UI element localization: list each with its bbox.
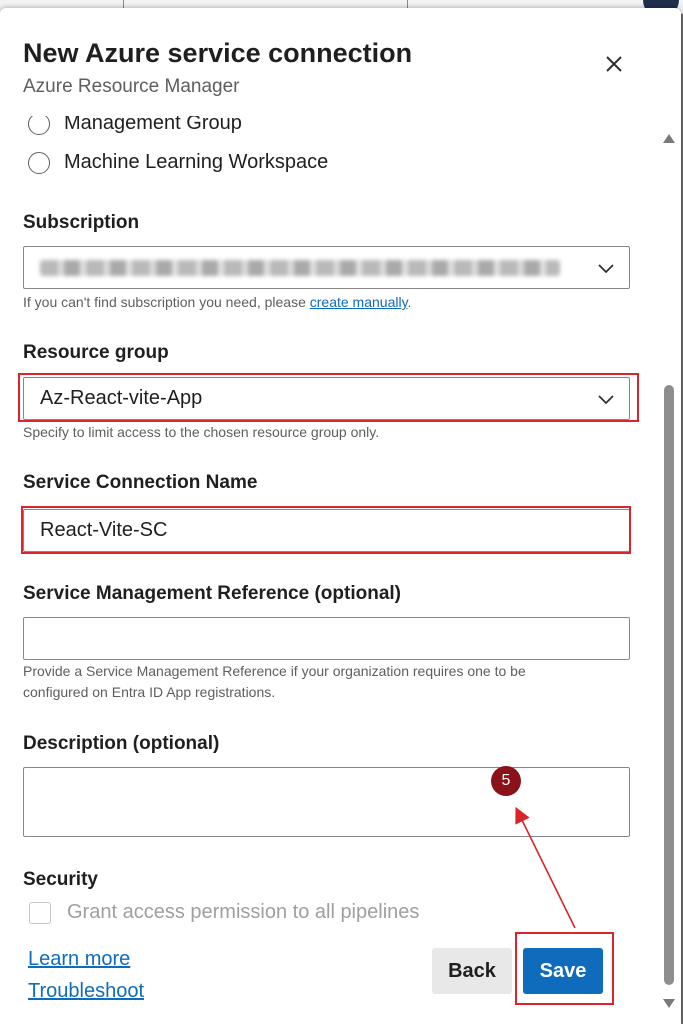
dialog-scroll-area[interactable]: Management Group Machine Learning Worksp… xyxy=(0,116,660,1024)
description-textarea[interactable] xyxy=(23,767,630,837)
service-connection-name-input[interactable] xyxy=(23,509,630,552)
back-button[interactable]: Back xyxy=(432,948,512,994)
chevron-down-icon xyxy=(598,395,614,405)
close-button[interactable] xyxy=(600,50,628,78)
service-management-reference-label: Service Management Reference (optional) xyxy=(23,583,401,604)
description-label: Description (optional) xyxy=(23,733,220,754)
service-management-reference-input[interactable] xyxy=(23,617,630,660)
dialog-title: New Azure service connection xyxy=(23,38,413,68)
step-number-badge: 5 xyxy=(491,766,521,796)
redacted-subscription-value xyxy=(40,259,560,276)
subscription-dropdown[interactable] xyxy=(23,246,630,289)
radio-management-group[interactable]: Management Group xyxy=(28,116,242,135)
close-icon xyxy=(606,56,622,72)
resource-group-value: Az-React-vite-App xyxy=(40,387,203,409)
service-management-reference-helper: Provide a Service Management Reference i… xyxy=(23,663,526,700)
troubleshoot-link[interactable]: Troubleshoot xyxy=(28,980,144,1003)
dialog-subtitle: Azure Resource Manager xyxy=(23,76,240,97)
scroll-up-icon[interactable] xyxy=(662,132,676,144)
radio-button[interactable] xyxy=(28,151,50,174)
grant-access-checkbox-row[interactable]: Grant access permission to all pipelines xyxy=(29,901,419,924)
service-connection-name-label: Service Connection Name xyxy=(23,472,258,493)
radio-label: Machine Learning Workspace xyxy=(64,151,329,173)
learn-more-link[interactable]: Learn more xyxy=(28,948,130,971)
resource-group-dropdown[interactable]: Az-React-vite-App xyxy=(23,377,630,420)
grant-access-checkbox[interactable] xyxy=(29,901,51,924)
create-manually-link[interactable]: create manually xyxy=(310,294,408,310)
subscription-label: Subscription xyxy=(23,212,140,233)
resource-group-label: Resource group xyxy=(23,342,169,363)
grant-access-label: Grant access permission to all pipelines xyxy=(67,901,420,923)
save-button[interactable]: Save xyxy=(523,948,603,994)
service-connection-dialog: New Azure service connection Azure Resou… xyxy=(0,8,681,1024)
chevron-down-icon xyxy=(598,264,614,274)
subscription-helper: If you can't find subscription you need,… xyxy=(23,294,412,310)
radio-machine-learning-workspace[interactable]: Machine Learning Workspace xyxy=(28,151,328,174)
radio-label: Management Group xyxy=(64,116,242,134)
radio-button[interactable] xyxy=(28,116,50,135)
security-label: Security xyxy=(23,869,98,890)
scrollbar-thumb[interactable] xyxy=(664,385,674,985)
resource-group-helper: Specify to limit access to the chosen re… xyxy=(23,424,380,440)
scroll-down-icon[interactable] xyxy=(662,998,676,1010)
